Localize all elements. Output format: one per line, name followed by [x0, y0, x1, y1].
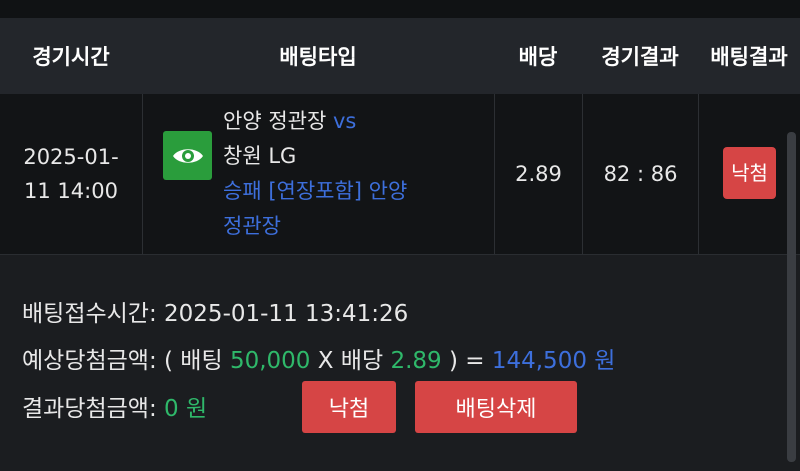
bet-description-line1: 승패 [연장포함] 안양: [223, 179, 408, 203]
view-button[interactable]: [163, 131, 212, 180]
stake-amount: 50,000: [229, 348, 311, 374]
bet-result-cell: 낙첨: [699, 94, 800, 254]
top-strip: [0, 0, 800, 18]
table-row: 2025-01- 11 14:00 안양 정관장 vs 창원 LG 승패 [연장…: [0, 94, 800, 255]
actual-win-amount: 0 원: [164, 396, 208, 422]
vs-label: vs: [332, 109, 357, 133]
received-time-value: 2025-01-11 13:41:26: [164, 301, 409, 327]
bet-detail-panel: 배팅접수시간: 2025-01-11 13:41:26 예상당첨금액: ( 배팅…: [0, 255, 800, 471]
eye-icon: [172, 148, 203, 163]
game-score: 82 : 86: [603, 162, 678, 186]
expected-win-amount: 144,500 원: [491, 348, 616, 374]
game-time-line1: 2025-01-: [23, 145, 119, 169]
lost-status-button[interactable]: 낙첨: [302, 381, 396, 433]
expected-win-label: 예상당첨금액: ( 배팅: [22, 348, 223, 374]
table-header: 경기시간 배팅타입 배당 경기결과 배팅결과: [0, 18, 800, 94]
header-time: 경기시간: [32, 45, 110, 69]
odds-value: 2.89: [515, 162, 562, 186]
header-bettype: 배팅타입: [279, 45, 357, 69]
game-time: 2025-01- 11 14:00: [0, 94, 142, 254]
delete-bet-button[interactable]: 배팅삭제: [415, 381, 577, 433]
equals-sign: ) =: [448, 348, 485, 374]
header-bet-result: 배팅결과: [710, 45, 788, 69]
bet-result-badge: 낙첨: [723, 147, 776, 199]
x-odds-label: X 배당: [317, 348, 384, 374]
bet-description-line2: 정관장: [223, 214, 281, 238]
received-time-line: 배팅접수시간: 2025-01-11 13:41:26: [22, 294, 408, 328]
game-time-line2: 11 14:00: [24, 179, 118, 203]
detail-odds: 2.89: [390, 348, 442, 374]
actual-win-line: 결과당첨금액: 0 원: [22, 389, 207, 423]
away-team: 창원 LG: [223, 144, 297, 168]
received-time-label: 배팅접수시간:: [22, 301, 157, 327]
match-info: 안양 정관장 vs 창원 LG 승패 [연장포함] 안양 정관장: [223, 104, 483, 244]
scrollbar[interactable]: [787, 132, 796, 462]
home-team: 안양 정관장: [223, 109, 327, 133]
expected-win-line: 예상당첨금액: ( 배팅 50,000 X 배당 2.89 ) = 144,50…: [22, 341, 615, 375]
actual-win-label: 결과당첨금액:: [22, 396, 157, 422]
header-odds: 배당: [518, 45, 558, 69]
header-game-result: 경기결과: [601, 45, 679, 69]
bet-type-cell: 안양 정관장 vs 창원 LG 승패 [연장포함] 안양 정관장: [143, 94, 494, 254]
